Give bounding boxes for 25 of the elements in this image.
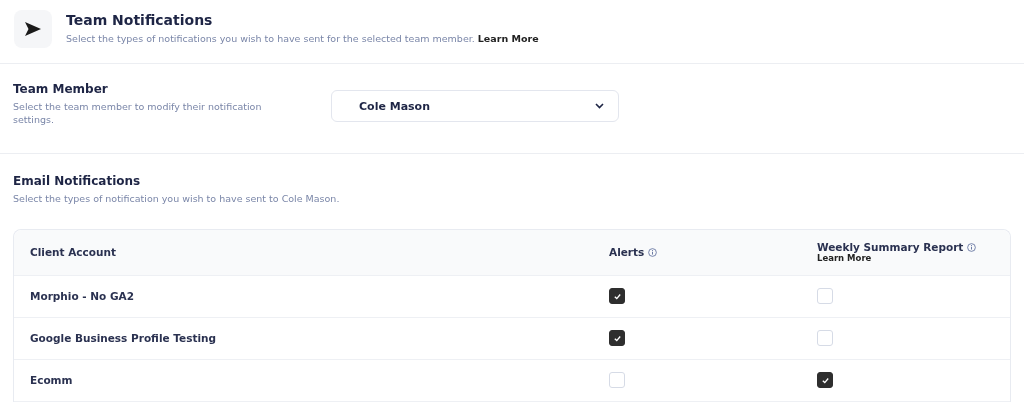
table-cell-text: Ecomm (30, 374, 74, 387)
checkbox[interactable] (609, 330, 625, 347)
team-member-dropdown[interactable]: Cole Mason (331, 90, 619, 122)
section-description: Select the types of notification you wish to have sent to Cole Mason. (13, 191, 341, 205)
info-icon[interactable] (648, 247, 658, 257)
checkbox[interactable] (609, 288, 625, 305)
info-icon[interactable] (967, 242, 977, 252)
section-title: Team Member (13, 82, 109, 96)
page-title: Team Notifications (66, 12, 214, 29)
check-icon (612, 291, 622, 301)
checkbox[interactable] (817, 372, 833, 389)
check-icon (820, 375, 830, 385)
column-header: Client Account (30, 246, 116, 259)
column-header: Weekly Summary Report (817, 241, 964, 254)
column-header: Alerts (609, 246, 645, 259)
learn-more-link[interactable]: Learn More (477, 33, 539, 45)
table-cell-text: Morphio - No GA2 (30, 290, 136, 303)
learn-more-link[interactable]: Learn More (817, 253, 872, 264)
check-icon (612, 333, 622, 343)
section-description: Select the team member to modify their notification settings. (13, 100, 263, 127)
chevron-down-icon (595, 103, 604, 109)
page-description: Select the types of notifications you wish to have sent for the selected team member. Learn More (66, 32, 539, 46)
table-cell-text: Google Business Profile Testing (30, 332, 217, 345)
send-icon (14, 10, 52, 48)
section-title: Email Notifications (13, 173, 142, 188)
